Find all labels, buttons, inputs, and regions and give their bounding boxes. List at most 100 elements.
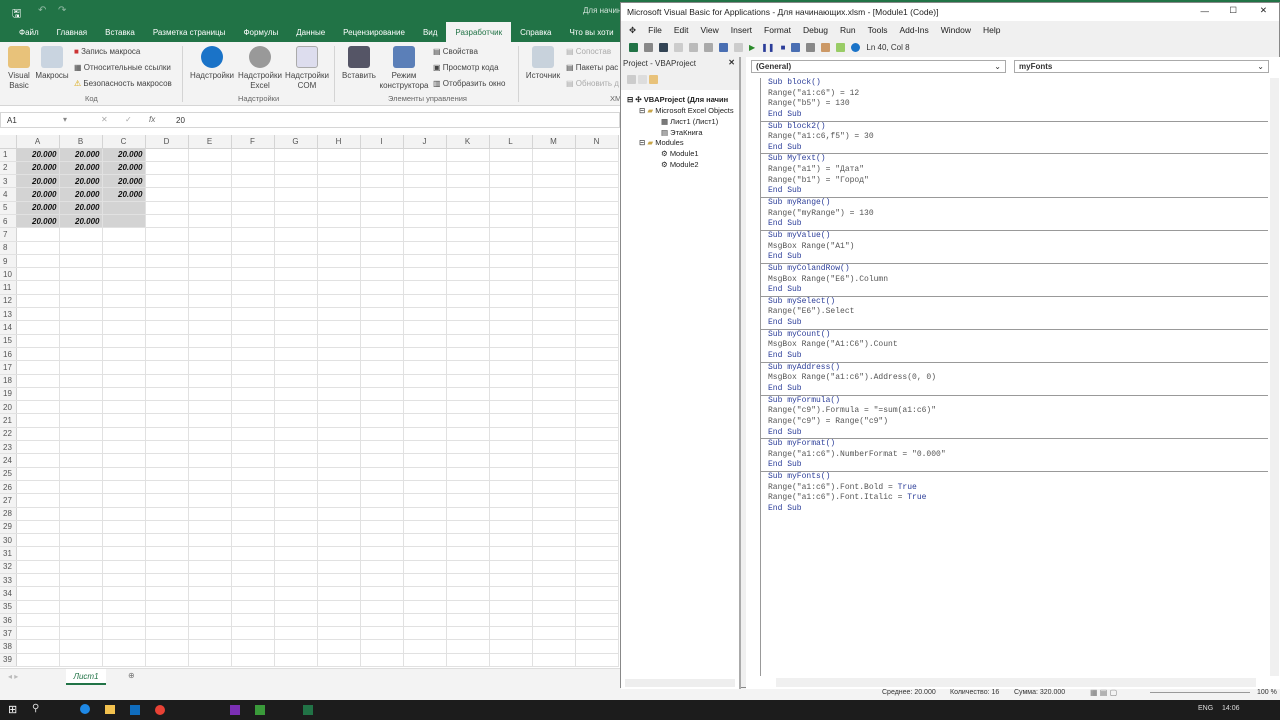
- cell-N9[interactable]: [575, 254, 619, 269]
- cell-F30[interactable]: [231, 533, 275, 548]
- cell-H1[interactable]: [317, 148, 361, 162]
- cell-E20[interactable]: [188, 400, 232, 415]
- macro-security-button[interactable]: ⚠ Безопасность макросов: [74, 79, 172, 88]
- cell-E17[interactable]: [188, 360, 232, 375]
- cell-I24[interactable]: [360, 453, 404, 468]
- cell-A14[interactable]: [16, 320, 60, 335]
- cell-J13[interactable]: [403, 307, 447, 322]
- cell-M9[interactable]: [532, 254, 576, 269]
- menu-format[interactable]: Format: [764, 25, 791, 35]
- design-mode-button[interactable]: Режим конструктора: [378, 46, 430, 91]
- cell-K28[interactable]: [446, 507, 490, 521]
- cell-F31[interactable]: [231, 546, 275, 561]
- cell-F24[interactable]: [231, 453, 275, 468]
- cell-E18[interactable]: [188, 374, 232, 388]
- tab-4[interactable]: Формулы: [234, 24, 287, 41]
- row-header[interactable]: 31: [0, 546, 17, 561]
- cell-D24[interactable]: [145, 453, 189, 468]
- cell-C23[interactable]: [102, 440, 146, 455]
- cell-D13[interactable]: [145, 307, 189, 322]
- cell-I6[interactable]: [360, 214, 404, 229]
- app-icon[interactable]: [255, 705, 265, 715]
- cell-G37[interactable]: [274, 626, 318, 641]
- cell-H22[interactable]: [317, 427, 361, 442]
- cell-C34[interactable]: [102, 586, 146, 601]
- cut-icon[interactable]: [674, 42, 683, 52]
- cell-K21[interactable]: [446, 413, 490, 428]
- cell-K23[interactable]: [446, 440, 490, 455]
- code-line[interactable]: End Sub: [768, 143, 1268, 154]
- cell-C13[interactable]: [102, 307, 146, 322]
- insert-control-button[interactable]: Вставить: [340, 46, 378, 81]
- cell-E22[interactable]: [188, 427, 232, 442]
- cell-A6[interactable]: 20.000: [16, 214, 60, 229]
- cell-L15[interactable]: [489, 334, 533, 348]
- row-header[interactable]: 18: [0, 374, 17, 388]
- cell-H33[interactable]: [317, 573, 361, 588]
- procedure[interactable]: Sub myFonts() Range("a1:c6").Font.Bold = …: [761, 472, 1268, 515]
- cell-N30[interactable]: [575, 533, 619, 548]
- cell-G5[interactable]: [274, 201, 318, 215]
- cell-J21[interactable]: [403, 413, 447, 428]
- cell-E1[interactable]: [188, 148, 232, 162]
- cell-E19[interactable]: [188, 387, 232, 402]
- menu-edit[interactable]: Edit: [674, 25, 689, 35]
- cell-D18[interactable]: [145, 374, 189, 388]
- column-header[interactable]: I: [360, 135, 404, 149]
- cell-A3[interactable]: 20.000: [16, 174, 60, 189]
- cell-N15[interactable]: [575, 334, 619, 348]
- cell-F8[interactable]: [231, 241, 275, 255]
- cell-K30[interactable]: [446, 533, 490, 548]
- cell-F29[interactable]: [231, 520, 275, 535]
- cell-L7[interactable]: [489, 227, 533, 242]
- cell-L13[interactable]: [489, 307, 533, 322]
- cell-C3[interactable]: 20.000: [102, 174, 146, 189]
- row-header[interactable]: 24: [0, 453, 17, 468]
- cell-G15[interactable]: [274, 334, 318, 348]
- code-line[interactable]: End Sub: [768, 318, 1268, 329]
- redo-icon[interactable]: [734, 42, 743, 52]
- cell-D21[interactable]: [145, 413, 189, 428]
- cell-H28[interactable]: [317, 507, 361, 521]
- row-header[interactable]: 10: [0, 267, 17, 282]
- cell-E34[interactable]: [188, 586, 232, 601]
- cell-J3[interactable]: [403, 174, 447, 189]
- cell-M2[interactable]: [532, 161, 576, 176]
- code-line[interactable]: Range("myRange") = 130: [768, 209, 1268, 220]
- undo-icon[interactable]: [719, 42, 728, 52]
- cell-K36[interactable]: [446, 613, 490, 628]
- cell-B10[interactable]: [59, 267, 103, 282]
- cell-M35[interactable]: [532, 600, 576, 614]
- cell-M22[interactable]: [532, 427, 576, 442]
- cell-N17[interactable]: [575, 360, 619, 375]
- cell-M13[interactable]: [532, 307, 576, 322]
- cell-L24[interactable]: [489, 453, 533, 468]
- cell-G20[interactable]: [274, 400, 318, 415]
- cell-L9[interactable]: [489, 254, 533, 269]
- cell-B27[interactable]: [59, 493, 103, 508]
- cell-L8[interactable]: [489, 241, 533, 255]
- cell-J5[interactable]: [403, 201, 447, 215]
- cell-H4[interactable]: [317, 187, 361, 202]
- cell-N22[interactable]: [575, 427, 619, 442]
- cell-M34[interactable]: [532, 586, 576, 601]
- cell-J33[interactable]: [403, 573, 447, 588]
- column-header[interactable]: J: [403, 135, 447, 149]
- cell-A24[interactable]: [16, 453, 60, 468]
- column-header[interactable]: C: [102, 135, 146, 149]
- cell-H24[interactable]: [317, 453, 361, 468]
- code-line[interactable]: Range("a1") = "Дата": [768, 165, 1268, 176]
- cell-G13[interactable]: [274, 307, 318, 322]
- procedure[interactable]: Sub myRange() Range("myRange") = 130 End S…: [761, 198, 1268, 231]
- cell-I7[interactable]: [360, 227, 404, 242]
- cell-H12[interactable]: [317, 294, 361, 309]
- cell-N5[interactable]: [575, 201, 619, 215]
- cell-L23[interactable]: [489, 440, 533, 455]
- cell-K22[interactable]: [446, 427, 490, 442]
- cell-K20[interactable]: [446, 400, 490, 415]
- cell-B13[interactable]: [59, 307, 103, 322]
- cell-J17[interactable]: [403, 360, 447, 375]
- cell-F6[interactable]: [231, 214, 275, 229]
- menu-tools[interactable]: Tools: [868, 25, 888, 35]
- cell-C33[interactable]: [102, 573, 146, 588]
